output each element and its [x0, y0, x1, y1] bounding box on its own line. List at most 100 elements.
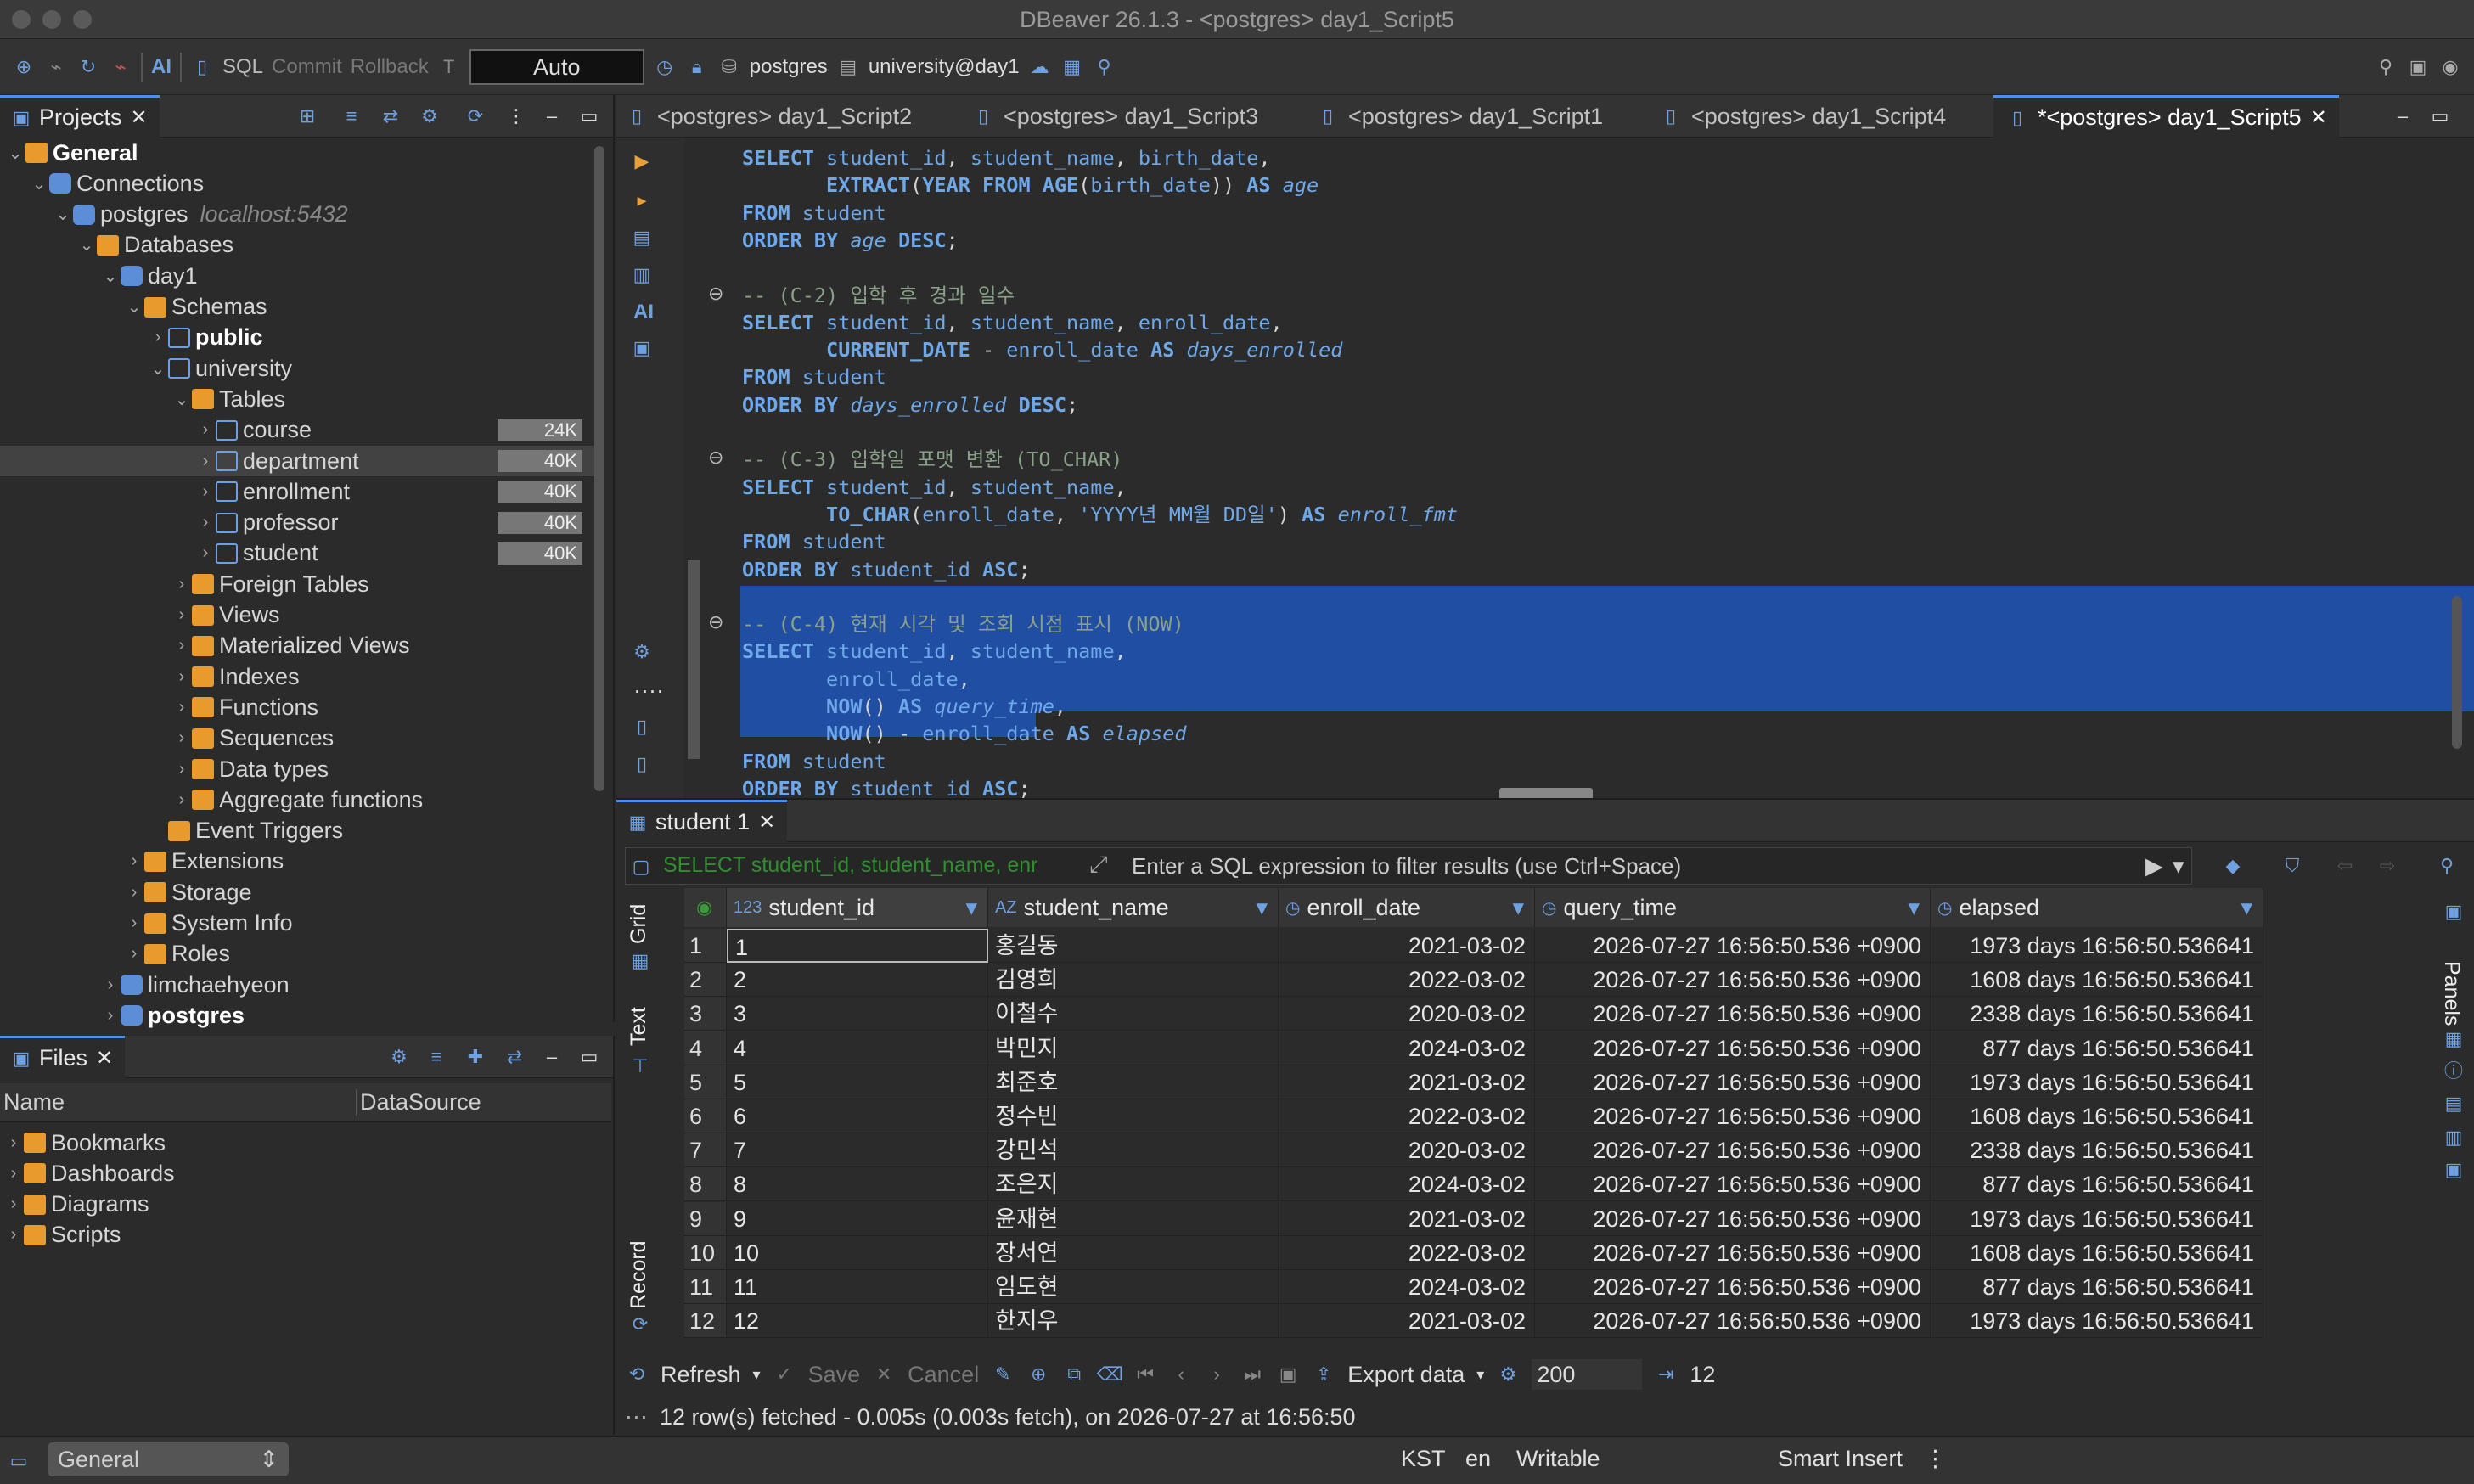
file-icon[interactable]: ▯ — [630, 752, 654, 776]
table-cell[interactable]: 강민석 — [988, 1133, 1279, 1168]
ai-button[interactable]: AI — [151, 55, 171, 79]
tree-item[interactable]: › department 40K — [0, 446, 594, 476]
files-col-name[interactable]: Name — [0, 1089, 357, 1116]
chevron-right-icon[interactable]: › — [3, 1225, 24, 1245]
table-cell[interactable]: 1973 days 16:56:50.536641 — [1931, 1304, 2263, 1339]
export-icon[interactable]: ▯ — [630, 715, 654, 739]
tree-item[interactable]: › Storage — [124, 877, 252, 908]
more-icon[interactable]: ···· — [633, 677, 664, 704]
commit-button[interactable]: Commit — [272, 55, 342, 79]
chevron-right-icon[interactable]: › — [171, 605, 192, 625]
table-cell[interactable]: 3 — [727, 997, 988, 1031]
copy-row-icon[interactable]: ⧉ — [1062, 1363, 1086, 1386]
filter-dropdown-icon[interactable]: ▾ — [2173, 853, 2184, 880]
column-header[interactable]: ◷ elapsed ▾ — [1931, 888, 2263, 927]
table-cell[interactable]: 2026-07-27 16:56:50.536 +0900 — [1535, 1167, 1931, 1202]
sort-dropdown-icon[interactable]: ▾ — [965, 895, 977, 921]
sort-dropdown-icon[interactable]: ▾ — [1512, 895, 1524, 921]
side-tab-text[interactable]: Text — [627, 1007, 651, 1046]
tree-item[interactable]: ⌄ Connections — [29, 168, 205, 199]
sort-dropdown-icon[interactable]: ▾ — [2241, 895, 2252, 921]
chevron-down-icon[interactable]: ⌄ — [100, 266, 121, 287]
cancel-button[interactable]: Cancel — [908, 1362, 979, 1388]
table-cell[interactable]: 11 — [727, 1270, 988, 1304]
tree-item[interactable]: › postgres — [100, 1000, 245, 1031]
collapse-all-icon[interactable]: ≡ — [425, 1045, 448, 1069]
files-item[interactable]: › Scripts — [3, 1220, 121, 1251]
fetch-size-input[interactable]: 200 — [1532, 1359, 1643, 1390]
tree-item[interactable]: › Roles — [124, 939, 230, 970]
chevron-right-icon[interactable]: › — [100, 975, 121, 995]
table-cell[interactable]: 1973 days 16:56:50.536641 — [1931, 929, 2263, 963]
table-cell[interactable]: 9 — [727, 1201, 988, 1236]
minimize-icon[interactable]: – — [540, 104, 564, 128]
chevron-right-icon[interactable]: › — [3, 1195, 24, 1214]
tree-item[interactable]: ⌄ Tables — [171, 384, 285, 414]
table-cell[interactable]: 2020-03-02 — [1279, 1133, 1535, 1168]
collapse-all-icon[interactable]: ≡ — [340, 104, 363, 128]
sort-dropdown-icon[interactable]: ▾ — [1256, 895, 1268, 921]
tree-item[interactable]: Event Triggers — [148, 816, 343, 846]
table-cell[interactable]: 2338 days 16:56:50.536641 — [1931, 997, 2263, 1031]
table-cell[interactable]: 4 — [727, 1031, 988, 1065]
chevron-right-icon[interactable]: › — [124, 944, 144, 964]
table-cell[interactable]: 2024-03-02 — [1279, 1270, 1535, 1304]
table-cell[interactable]: 2026-07-27 16:56:50.536 +0900 — [1535, 1031, 1931, 1065]
export-data-button[interactable]: Export data — [1347, 1362, 1465, 1388]
tree-item[interactable]: ⌄ postgres localhost:5432 — [53, 200, 348, 230]
table-cell[interactable]: 1973 days 16:56:50.536641 — [1931, 1201, 2263, 1236]
editor-tab[interactable]: ▯ <postgres> day1_Script1 — [1316, 95, 1603, 138]
execute-statement-icon[interactable]: ▶ — [630, 149, 654, 173]
write-mode-indicator[interactable]: Writable — [1516, 1446, 1600, 1472]
tree-item[interactable]: › public — [148, 323, 263, 353]
locale-indicator[interactable]: en — [1465, 1446, 1491, 1472]
link-editor-icon[interactable]: ⇄ — [503, 1045, 526, 1069]
sort-dropdown-icon[interactable]: ▾ — [1908, 895, 1920, 921]
execute-script-icon[interactable]: ▸ — [630, 188, 654, 212]
editor-tab[interactable]: ▯ *<postgres> day1_Script5 ✕ — [1993, 95, 2339, 138]
table-cell[interactable]: 6 — [727, 1099, 988, 1133]
projects-scrollbar[interactable] — [594, 146, 604, 791]
chevron-right-icon[interactable]: › — [3, 1133, 24, 1153]
tree-item[interactable]: › Functions — [171, 692, 318, 722]
chevron-right-icon[interactable]: › — [124, 883, 144, 902]
table-cell[interactable]: 홍길동 — [988, 929, 1279, 963]
link-editor-icon[interactable]: ⇄ — [379, 104, 402, 128]
tree-item[interactable]: ⌄ General — [5, 138, 138, 168]
table-cell[interactable]: 윤재현 — [988, 1201, 1279, 1236]
filter-history-icon[interactable]: ▢ — [629, 855, 653, 879]
add-row-icon[interactable]: ⊕ — [1026, 1363, 1050, 1386]
cloud-icon[interactable]: ☁ — [1028, 55, 1052, 79]
project-select[interactable]: General ⇕ — [48, 1442, 289, 1476]
table-cell[interactable]: 2026-07-27 16:56:50.536 +0900 — [1535, 997, 1931, 1031]
tree-item[interactable]: › enrollment 40K — [195, 476, 582, 507]
chevron-down-icon[interactable]: ⌄ — [29, 173, 49, 194]
global-search-icon[interactable]: ⚲ — [2374, 55, 2398, 79]
table-cell[interactable]: 2022-03-02 — [1279, 1235, 1535, 1270]
sql-button[interactable]: SQL — [222, 55, 263, 79]
table-cell[interactable]: 2024-03-02 — [1279, 1031, 1535, 1065]
tree-item[interactable]: › limchaehyeon — [100, 970, 290, 1000]
next-page-icon[interactable]: › — [1205, 1363, 1229, 1386]
close-icon[interactable]: ✕ — [758, 810, 775, 835]
chevron-right-icon[interactable]: › — [171, 636, 192, 655]
eraser-icon[interactable]: ◆ — [2221, 854, 2245, 878]
row-number-header[interactable]: ◉ — [684, 888, 727, 927]
connect-icon[interactable]: ⌁ — [44, 55, 68, 79]
lock-icon[interactable]: 🔒︎ — [685, 55, 709, 79]
table-cell[interactable]: 이철수 — [988, 997, 1279, 1031]
table-cell[interactable]: 7 — [727, 1133, 988, 1168]
editor-scrollbar[interactable] — [2452, 596, 2462, 749]
files-item[interactable]: › Dashboards — [3, 1158, 175, 1189]
tree-item[interactable]: › Foreign Tables — [171, 569, 369, 599]
tab-student-1[interactable]: ▦ student 1 ✕ — [616, 800, 788, 842]
tree-item[interactable]: › Sequences — [171, 723, 334, 754]
table-cell[interactable]: 2026-07-27 16:56:50.536 +0900 — [1535, 1133, 1931, 1168]
grouping-icon[interactable]: ▥ — [2442, 1126, 2466, 1150]
editor-tab[interactable]: ▯ <postgres> day1_Script3 — [971, 95, 1258, 138]
table-cell[interactable]: 김영희 — [988, 963, 1279, 998]
chevron-down-icon[interactable]: ⌄ — [148, 358, 168, 379]
output-icon[interactable]: ▣ — [630, 336, 654, 360]
calc-icon[interactable]: ▤ — [2442, 1092, 2466, 1116]
tab-projects[interactable]: ▣ Projects ✕ — [0, 95, 160, 138]
